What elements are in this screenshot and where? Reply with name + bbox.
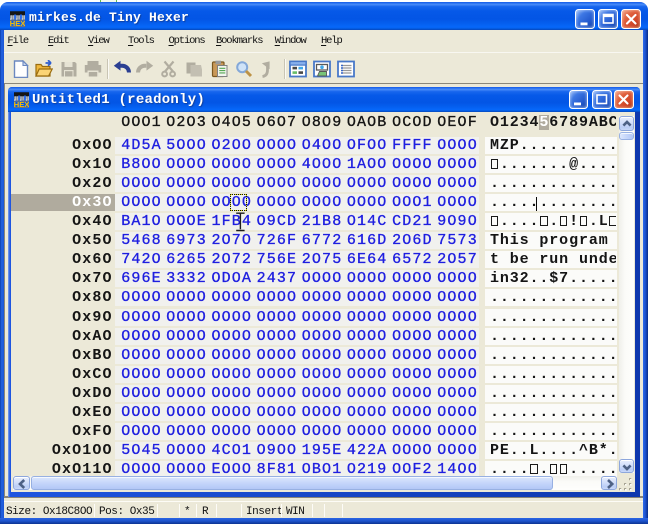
svg-text:HEX: HEX [14, 100, 29, 108]
svg-text:HEX: HEX [10, 19, 25, 27]
